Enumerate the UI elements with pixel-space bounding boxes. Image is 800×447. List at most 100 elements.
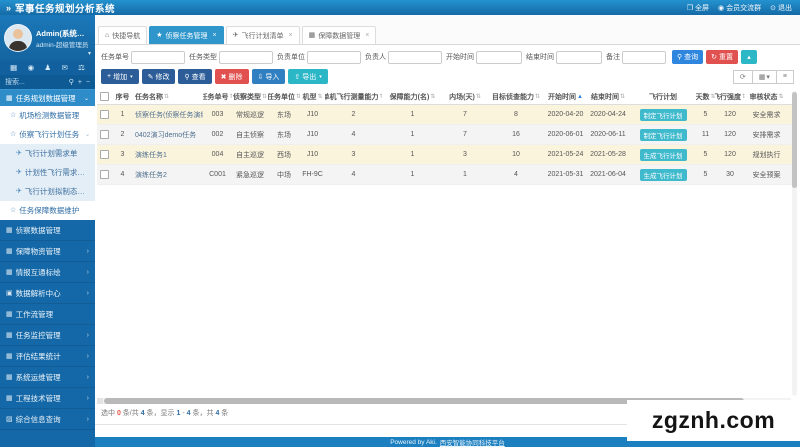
refresh-button[interactable]: ⟳ xyxy=(732,69,753,84)
column-header[interactable] xyxy=(97,89,112,104)
column-label: 任务名称 xyxy=(135,93,163,101)
row-checkbox[interactable] xyxy=(100,170,109,179)
column-label: 天数 xyxy=(696,93,710,101)
vertical-scrollbar-thumb[interactable] xyxy=(792,92,797,188)
close-icon[interactable]: × xyxy=(288,32,292,39)
column-header[interactable]: 目标侦查能力 ⇅ xyxy=(487,89,545,104)
button-icon: ⇩ xyxy=(257,73,264,81)
footer-link[interactable]: 西安智能协同科技平台 xyxy=(440,437,505,447)
sidebar-menu-item[interactable]: ▦ 侦察数据管理 xyxy=(0,220,95,241)
column-header[interactable]: 飞行强度 ⇅ xyxy=(715,89,745,104)
column-header[interactable]: 任务单号⇅ xyxy=(203,89,232,104)
flight-plan-badge[interactable]: 制定飞行计划 xyxy=(639,108,687,121)
row-checkbox[interactable] xyxy=(100,110,109,119)
list-button[interactable]: ≡ xyxy=(776,69,794,84)
collapse-search-button[interactable]: ▴ xyxy=(741,50,758,64)
query-input-负责单位[interactable] xyxy=(307,50,361,64)
group-button[interactable]: ◉ 会员交流群 xyxy=(718,3,761,13)
scale-icon[interactable]: ⚖ xyxy=(78,64,85,72)
column-header[interactable]: 天数 ⇅ xyxy=(696,89,715,104)
column-header[interactable]: 内场(天) ⇅ xyxy=(443,89,487,104)
table-row[interactable]: 1 侦察任务(侦察任务演练1) 003 常规巡逻 东场 J10 2 1 7 8 2020-04-20… xyxy=(97,105,796,125)
tab-保障数据管理[interactable]: ▦ 保障数据管理 × xyxy=(301,26,377,44)
sidebar-menu-item[interactable]: ▦ 工作流管理 xyxy=(0,304,95,325)
修改-button[interactable]: ✎ 修改 xyxy=(141,69,176,84)
user-card[interactable]: Admin(系统管理员) admin-超级管理员 ▾ xyxy=(0,15,95,61)
select-all-checkbox[interactable] xyxy=(100,92,109,101)
sidebar-menu-item[interactable]: ▨ 综合信息查询 › xyxy=(0,409,95,430)
column-header[interactable]: 任务单位 ⇅ xyxy=(268,89,300,104)
sidebar-menu-item[interactable]: ▦ 任务监控管理 › xyxy=(0,325,95,346)
sidebar-menu-item[interactable]: ▣ 数据解析中心 › xyxy=(0,283,95,304)
tab-飞行计划清单[interactable]: ✈ 飞行计划清单 × xyxy=(225,26,300,44)
search-button[interactable]: ⚲ 查询 xyxy=(672,50,704,64)
column-header[interactable]: 保障能力(名) ⇅ xyxy=(382,89,443,104)
table-cell: 演练任务2 xyxy=(135,171,167,179)
导入-button[interactable]: ⇩ 导入 xyxy=(251,69,286,84)
sidebar-menu-item[interactable]: ▦ 评估结果统计 › xyxy=(0,346,95,367)
sidebar-menu-item[interactable]: ▦ 情报互通标绘 › xyxy=(0,262,95,283)
vertical-scrollbar[interactable] xyxy=(792,91,797,396)
table-row[interactable]: 3 演练任务1 004 自主巡逻 西场 J10 3 1 3 10 2021-05-24 2021-05… xyxy=(97,145,796,165)
bell-icon[interactable]: ◉ xyxy=(28,64,35,72)
collapse-all-icon[interactable]: − xyxy=(86,79,90,86)
column-header[interactable]: 序号 xyxy=(112,89,133,104)
columns-button[interactable]: ▦ ▾ xyxy=(752,69,777,84)
scroll-left-arrow[interactable] xyxy=(97,398,103,404)
query-input-任务类型[interactable] xyxy=(219,50,273,64)
flight-plan-badge[interactable]: 生成飞行计划 xyxy=(639,168,687,181)
column-header[interactable]: 机型 ⇅ xyxy=(300,89,325,104)
query-input-负责人[interactable] xyxy=(388,50,442,64)
message-icon[interactable]: ✉ xyxy=(61,64,67,72)
sidebar-section-active[interactable]: ▦ 任务规划数据管理 ⌄ xyxy=(0,89,95,106)
expand-all-icon[interactable]: + xyxy=(78,79,82,86)
flight-plan-badge[interactable]: 生成飞行计划 xyxy=(639,148,687,161)
tab-快捷导航[interactable]: ⌂ 快捷导航 xyxy=(98,26,148,44)
导出-button[interactable]: ⇧ 导出 ▾ xyxy=(288,69,328,84)
column-header[interactable]: 开始时间 ▲ xyxy=(545,89,586,104)
user-icon[interactable]: ♟ xyxy=(44,64,51,72)
table-cell: 2020-06-01 xyxy=(547,131,584,138)
grid-icon[interactable]: ▦ xyxy=(10,64,17,72)
reset-button[interactable]: ↻ 重置 xyxy=(706,50,739,64)
sidebar-menu-item[interactable]: ▦ 系统运维管理 › xyxy=(0,367,95,388)
table-row[interactable]: 2 0402演习demo任务 002 自主侦察 东场 J10 4 1 7 16 2020-06-01… xyxy=(97,125,796,145)
logout-button[interactable]: ⊙ 退出 xyxy=(770,3,792,13)
query-input-备注[interactable] xyxy=(622,50,666,64)
table-row[interactable]: 4 演练任务2 C001 紧急巡逻 中场 FH-9C 4 1 1 4 2021-05-31 2021-… xyxy=(97,165,796,185)
sidebar-item[interactable]: ✈ 飞行计划拟制态势图 xyxy=(0,182,95,201)
column-header[interactable]: 飞行计划 xyxy=(630,89,696,104)
row-checkbox[interactable] xyxy=(100,130,109,139)
column-header[interactable]: 侦察类型 ⇅ xyxy=(232,89,268,104)
sidebar-item[interactable]: ☆ 机场检测数据管理 xyxy=(0,106,95,125)
fullscreen-button[interactable]: ❒ 全屏 xyxy=(687,3,709,13)
query-input-结束时间[interactable] xyxy=(556,50,602,64)
column-header[interactable]: 审核状态 ⇅ xyxy=(745,89,788,104)
top-bar: » 军事任务规划分析系统 ❒ 全屏 ◉ 会员交流群 ⊙ 退出 xyxy=(0,0,800,15)
sidebar-item-label: 飞行计划拟制态势图 xyxy=(24,187,90,196)
sidebar-item[interactable]: ☆ 任务保障数据维护 xyxy=(0,201,95,220)
search-icon: ⚲ xyxy=(677,54,683,61)
column-header[interactable]: 单机飞行测量能力⇅ xyxy=(325,89,382,104)
search-label[interactable]: 搜索... xyxy=(5,77,25,87)
search-icon[interactable]: ⚲ xyxy=(69,79,74,86)
star-icon: ★ xyxy=(156,32,163,39)
查看-button[interactable]: ⚲ 查看 xyxy=(178,69,212,84)
column-header[interactable]: 结束时间 ⇅ xyxy=(586,89,630,104)
sidebar-item[interactable]: ✈ 飞行计划需求单 xyxy=(0,144,95,163)
sidebar-menu-item[interactable]: ▦ 工程技术管理 › xyxy=(0,388,95,409)
删除-button[interactable]: ✖ 删除 xyxy=(214,69,249,84)
row-checkbox[interactable] xyxy=(100,150,109,159)
sidebar-item[interactable]: ☆ 侦察飞行计划任务 ⌄ xyxy=(0,125,95,144)
query-input-开始时间[interactable] xyxy=(476,50,522,64)
column-header[interactable]: 任务名称 ⇅ xyxy=(133,89,203,104)
tab-侦察任务管理[interactable]: ★ 侦察任务管理 × xyxy=(149,26,224,44)
query-input-任务单号[interactable] xyxy=(131,50,185,64)
flight-plan-badge[interactable]: 制定飞行计划 xyxy=(639,128,687,141)
close-icon[interactable]: × xyxy=(365,32,369,39)
sidebar-item[interactable]: ✈ 计划性飞行需求分析 xyxy=(0,163,95,182)
close-icon[interactable]: × xyxy=(213,32,217,39)
增加-button[interactable]: + 增加 ▾ xyxy=(101,69,139,84)
sort-icon: ⇅ xyxy=(261,94,268,100)
sidebar-menu-item[interactable]: ▦ 保障物资管理 › xyxy=(0,241,95,262)
